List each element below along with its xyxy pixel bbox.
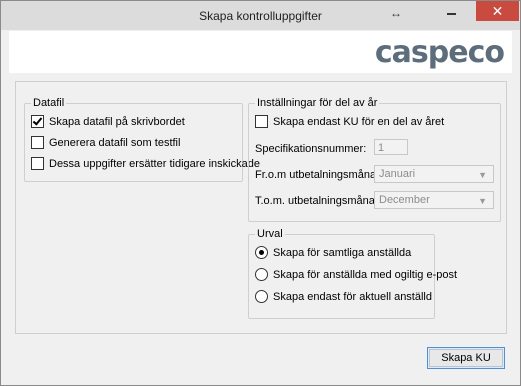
radio-label: Skapa för samtliga anställda — [273, 246, 412, 259]
installningar-legend: Inställningar för del av år — [255, 97, 380, 109]
datafil-legend: Datafil — [31, 97, 67, 109]
checkbox-label: Skapa datafil på skrivbordet — [49, 115, 185, 128]
radio-button[interactable] — [255, 268, 268, 281]
minimize-icon — [447, 13, 456, 15]
resize-icon[interactable]: ↔ — [385, 3, 407, 23]
spec-number-field[interactable]: 1 — [374, 139, 408, 155]
checkbox-label: Dessa uppgifter ersätter tidigare inskic… — [49, 157, 260, 170]
checkbox-box[interactable] — [31, 136, 44, 149]
spec-label: Specifikationsnummer: — [255, 143, 366, 155]
from-month-label: Fr.o.m utbetalningsmånad: — [255, 169, 385, 181]
from-month-label-text: Fr.o.m utbetalningsmånad: — [255, 169, 386, 181]
checkbox-del-av-aret[interactable]: Skapa endast KU för en del av året — [255, 115, 444, 128]
radio-ogiltig-epost[interactable]: Skapa för anställda med ogiltig e-post — [255, 268, 457, 281]
checkbox-testfil[interactable]: Generera datafil som testfil — [31, 136, 180, 149]
urval-group: Urval Skapa för samtliga anställda Skapa… — [248, 228, 457, 319]
radio-label: Skapa endast för aktuell anställd — [273, 290, 432, 303]
checkbox-box[interactable] — [31, 115, 44, 128]
datafil-group: Datafil Skapa datafil på skrivbordet Gen… — [24, 97, 260, 182]
tom-month-select[interactable]: December ▼ — [374, 191, 494, 209]
checkbox-box[interactable] — [255, 115, 268, 128]
chevron-down-icon: ▼ — [478, 196, 487, 206]
radio-button[interactable] — [255, 290, 268, 303]
caspeco-logo: caspeco — [374, 35, 505, 70]
from-month-select[interactable]: Januari ▼ — [374, 165, 494, 183]
installningar-group: Inställningar för del av år Skapa endast… — [248, 97, 501, 222]
dialog-window: Skapa kontrolluppgifter ↔ ✕ caspeco Data… — [0, 0, 521, 386]
checkbox-label: Skapa endast KU för en del av året — [273, 115, 445, 128]
tom-month-label-text: T.o.m. utbetalningsmånad: — [255, 195, 385, 207]
tom-month-label: T.o.m. utbetalningsmånad: — [255, 195, 384, 207]
radio-label: Skapa för anställda med ogiltig e-post — [273, 268, 458, 281]
close-button[interactable]: ✕ — [476, 1, 519, 21]
main-panel: Datafil Skapa datafil på skrivbordet Gen… — [15, 81, 507, 334]
radio-aktuell[interactable]: Skapa endast för aktuell anställd — [255, 290, 432, 303]
urval-legend: Urval — [255, 228, 285, 240]
from-month-value: Januari — [379, 168, 416, 180]
title-bar[interactable]: Skapa kontrolluppgifter ↔ ✕ — [1, 1, 520, 30]
checkbox-box[interactable] — [31, 157, 44, 170]
checkbox-label: Generera datafil som testfil — [49, 136, 181, 149]
chevron-down-icon: ▼ — [478, 170, 487, 180]
checkbox-skrivbordet[interactable]: Skapa datafil på skrivbordet — [31, 115, 185, 128]
header-banner: caspeco — [9, 31, 512, 73]
radio-samtliga[interactable]: Skapa för samtliga anställda — [255, 246, 411, 259]
radio-button[interactable] — [255, 246, 268, 259]
minimize-button[interactable] — [438, 1, 464, 21]
checkbox-ersatter[interactable]: Dessa uppgifter ersätter tidigare inskic… — [31, 157, 260, 170]
skapa-ku-button[interactable]: Skapa KU — [427, 347, 505, 369]
tom-month-value: December — [379, 194, 430, 206]
spec-label-text: Specifikationsnummer: — [255, 143, 367, 155]
